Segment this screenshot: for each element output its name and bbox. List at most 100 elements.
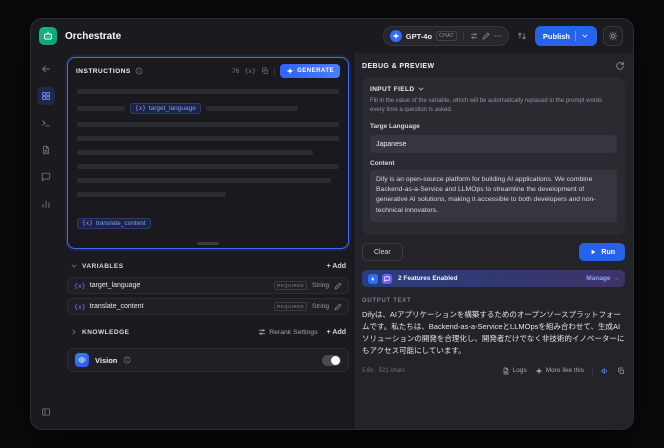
footer-divider bbox=[592, 366, 593, 376]
resize-handle[interactable] bbox=[197, 242, 219, 245]
prompt-text-line bbox=[77, 164, 339, 169]
chevron-right-icon[interactable] bbox=[70, 328, 78, 336]
vision-toggle[interactable] bbox=[322, 354, 341, 366]
edit-params-icon[interactable] bbox=[482, 32, 490, 40]
sidebar-item-monitoring[interactable] bbox=[37, 195, 55, 213]
debug-title: DEBUG & PREVIEW bbox=[362, 62, 435, 70]
required-badge: REQUIRED bbox=[274, 281, 308, 290]
publish-button[interactable]: Publish bbox=[534, 26, 597, 46]
generate-label: GENERATE bbox=[297, 68, 334, 74]
orchestrate-panel: INSTRUCTIONS 76 {x} GENERATE {x} target_… bbox=[61, 53, 353, 429]
publish-label: Publish bbox=[542, 31, 570, 41]
prompt-text-line: {x} target_language bbox=[77, 103, 339, 114]
input-field-description: Fill in the value of the variable, which… bbox=[370, 98, 603, 114]
sidebar-item-orchestrate[interactable] bbox=[37, 87, 55, 105]
app-logo-icon bbox=[39, 27, 57, 45]
more-like-this-button[interactable]: More like this bbox=[535, 367, 584, 375]
model-selector[interactable]: GPT-4o CHAT bbox=[382, 26, 509, 46]
variables-title: VARIABLES bbox=[82, 262, 124, 270]
more-options-icon[interactable] bbox=[494, 32, 502, 40]
knowledge-title: KNOWLEDGE bbox=[82, 328, 130, 336]
sidebar-item-annotations[interactable] bbox=[37, 168, 55, 186]
tools-divider bbox=[274, 66, 276, 76]
app-window: Orchestrate GPT-4o CHAT Publish INSTRUCT… bbox=[30, 18, 634, 430]
model-provider-icon bbox=[389, 30, 402, 42]
copy-icon[interactable] bbox=[261, 67, 269, 75]
logs-button[interactable]: Logs bbox=[502, 367, 527, 375]
model-mode-badge: CHAT bbox=[436, 31, 457, 41]
rerank-settings-label: Rerank Settings bbox=[269, 328, 318, 336]
header: Orchestrate GPT-4o CHAT Publish bbox=[31, 19, 633, 53]
debug-panel: DEBUG & PREVIEW INPUT FIELD Fill in the … bbox=[353, 53, 633, 429]
variable-glyph: {x} bbox=[82, 220, 93, 227]
header-actions: GPT-4o CHAT Publish bbox=[382, 26, 623, 46]
instructions-tools: 76 {x} GENERATE bbox=[232, 64, 340, 78]
variable-tag[interactable]: {x} translate_content bbox=[77, 218, 151, 229]
chevron-down-icon bbox=[582, 34, 588, 38]
edit-icon[interactable] bbox=[334, 303, 342, 311]
settings-button[interactable] bbox=[603, 26, 623, 46]
chevron-down-icon[interactable] bbox=[70, 262, 78, 270]
target-language-input[interactable] bbox=[370, 135, 617, 154]
prompt-text-line bbox=[205, 106, 298, 111]
instructions-title: INSTRUCTIONS bbox=[76, 67, 131, 75]
debug-actions: Clear Run bbox=[362, 243, 625, 262]
input-field-header[interactable]: INPUT FIELD bbox=[370, 85, 617, 93]
copy-icon bbox=[618, 367, 624, 374]
vision-label: Vision bbox=[95, 355, 118, 365]
speak-button[interactable] bbox=[601, 367, 609, 375]
instructions-header: INSTRUCTIONS 76 {x} GENERATE bbox=[68, 58, 348, 82]
variable-name: target_language bbox=[89, 282, 141, 289]
back-icon[interactable] bbox=[37, 60, 55, 78]
prompt-editor[interactable]: {x} target_language {x} translate_conten… bbox=[68, 82, 348, 248]
add-knowledge-button[interactable]: + Add bbox=[327, 329, 346, 336]
input-field-title: INPUT FIELD bbox=[370, 85, 415, 93]
variable-braces-icon[interactable]: {x} bbox=[244, 67, 256, 75]
debug-header: DEBUG & PREVIEW bbox=[362, 61, 625, 71]
manage-features-button[interactable]: Manage → bbox=[586, 275, 619, 282]
sidebar bbox=[31, 53, 61, 429]
clear-button[interactable]: Clear bbox=[362, 243, 403, 262]
swap-model-icon[interactable] bbox=[515, 29, 529, 43]
variable-glyph: {x} bbox=[74, 302, 86, 311]
prompt-text-line bbox=[77, 150, 313, 155]
sliders-icon[interactable] bbox=[470, 32, 478, 40]
content-label: Content bbox=[370, 160, 395, 168]
eye-icon bbox=[75, 353, 89, 367]
features-bar: 2 Features Enabled Manage → bbox=[362, 270, 625, 288]
play-icon bbox=[592, 249, 596, 255]
sidebar-item-logs[interactable] bbox=[37, 141, 55, 159]
collapse-sidebar-icon[interactable] bbox=[37, 403, 55, 421]
variable-row[interactable]: {x} target_language REQUIRED String bbox=[67, 277, 349, 294]
target-language-label: Targe Language bbox=[370, 122, 420, 130]
info-icon bbox=[135, 67, 143, 75]
content-textarea[interactable]: Dify is an open-source platform for buil… bbox=[370, 170, 617, 223]
output-text-title: OUTPUT TEXT bbox=[362, 298, 412, 305]
generate-button[interactable]: GENERATE bbox=[280, 64, 340, 78]
run-label: Run bbox=[601, 248, 615, 256]
variable-tag-label: target_language bbox=[148, 105, 196, 112]
rerank-settings-button[interactable]: Rerank Settings bbox=[258, 328, 318, 336]
variable-tag[interactable]: {x} target_language bbox=[130, 103, 201, 114]
variable-type: String bbox=[312, 282, 329, 289]
add-variable-button[interactable]: + Add bbox=[327, 263, 346, 270]
required-badge: REQUIRED bbox=[274, 302, 308, 311]
feature-conversation-icon bbox=[382, 273, 392, 284]
info-icon bbox=[124, 356, 131, 364]
copy-output-button[interactable] bbox=[617, 367, 625, 375]
refresh-icon[interactable] bbox=[615, 61, 625, 71]
sidebar-item-api[interactable] bbox=[37, 114, 55, 132]
variable-tag-label: translate_content bbox=[95, 220, 146, 227]
output-footer: 5.6s · 521 chars Logs More like this bbox=[362, 366, 625, 376]
variable-type: String bbox=[312, 303, 329, 310]
variable-glyph: {x} bbox=[135, 105, 146, 112]
output-text: Difyは、AIアプリケーションを構築するためのオープンソースプラットフォームで… bbox=[362, 310, 625, 356]
sliders-icon bbox=[259, 329, 266, 335]
variable-row[interactable]: {x} translate_content REQUIRED String bbox=[67, 298, 349, 315]
more-like-this-label: More like this bbox=[545, 367, 584, 375]
edit-icon[interactable] bbox=[334, 282, 342, 290]
output-stats: 5.6s · 521 chars bbox=[362, 367, 406, 374]
input-field-card: INPUT FIELD Fill in the value of the var… bbox=[362, 77, 625, 236]
run-button[interactable]: Run bbox=[579, 243, 625, 262]
sparkle-icon bbox=[286, 67, 294, 75]
